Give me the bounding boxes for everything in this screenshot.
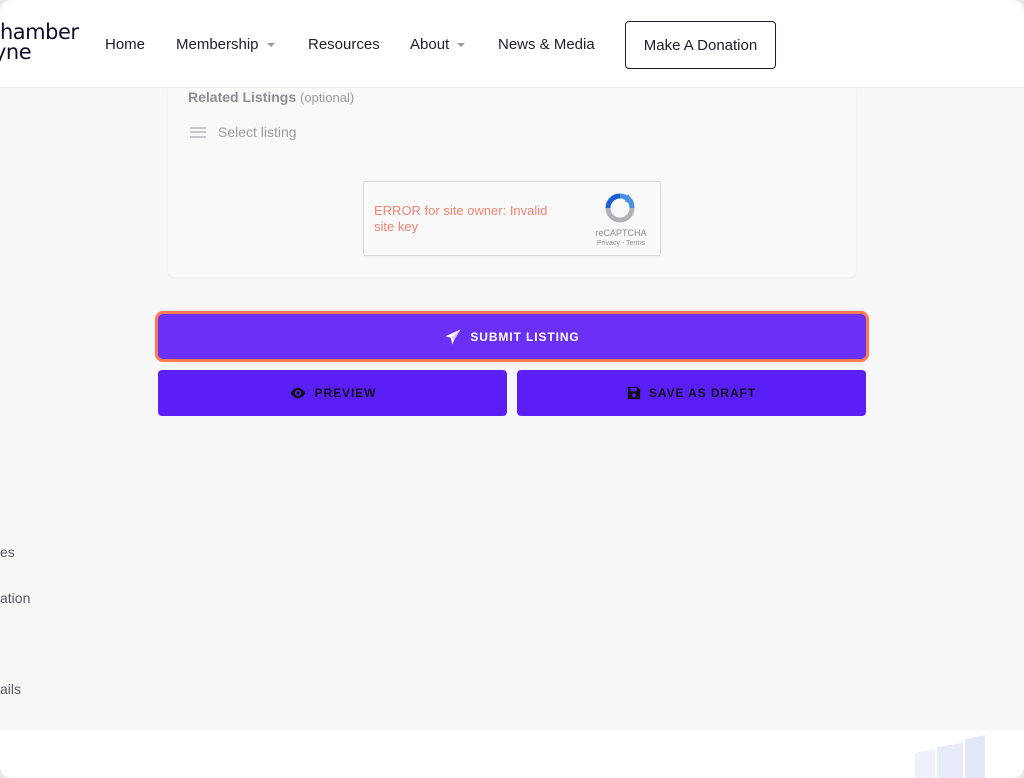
- recaptcha-logo-icon: [605, 193, 635, 223]
- footer-band: [0, 730, 1024, 778]
- recaptcha-widget[interactable]: ERROR for site owner: Invalid site key r…: [363, 181, 661, 256]
- preview-label: PREVIEW: [314, 386, 377, 400]
- related-listings-title: Related Listings: [188, 89, 297, 105]
- optional-hint: (optional): [300, 90, 355, 105]
- side-link[interactable]: ation: [0, 590, 30, 606]
- related-listing-select[interactable]: Select listing: [190, 124, 297, 140]
- side-link[interactable]: es: [0, 544, 15, 560]
- listing-form-card: Related Listings (optional) Select listi…: [168, 88, 856, 277]
- nav-label: Membership: [176, 36, 259, 53]
- hamburger-icon: [190, 126, 206, 138]
- site-logo[interactable]: hamber yne: [0, 20, 79, 64]
- select-placeholder: Select listing: [218, 124, 297, 140]
- related-listings-label: Related Listings (optional): [188, 89, 354, 105]
- side-link[interactable]: ails: [0, 681, 21, 697]
- save-draft-label: SAVE AS DRAFT: [648, 386, 757, 400]
- recaptcha-brand: reCAPTCHA: [595, 228, 647, 238]
- logo-line-1: hamber: [0, 20, 79, 44]
- chevron-down-icon: [457, 43, 466, 47]
- nav-item-home[interactable]: Home: [105, 36, 145, 53]
- nav-label: About: [410, 36, 450, 53]
- site-header: hamber yne Home Membership Resources Abo…: [0, 0, 1024, 88]
- nav-item-about[interactable]: About: [410, 36, 466, 53]
- nav-item-news-media[interactable]: News & Media: [498, 36, 595, 53]
- chevron-down-icon: [266, 43, 275, 47]
- nav-label: Home: [105, 36, 146, 53]
- recaptcha-privacy-terms[interactable]: Privacy - Terms: [586, 240, 656, 247]
- logo-line-2: yne: [0, 40, 32, 64]
- donate-button[interactable]: Make A Donation: [625, 21, 776, 69]
- submit-listing-label: SUBMIT LISTING: [470, 329, 580, 344]
- nav-item-membership[interactable]: Membership: [176, 36, 275, 53]
- eye-icon: [290, 387, 306, 399]
- save-draft-button[interactable]: SAVE AS DRAFT: [517, 370, 866, 416]
- preview-button[interactable]: PREVIEW: [158, 370, 507, 416]
- nav-item-resources[interactable]: Resources: [308, 36, 380, 53]
- recaptcha-error-text: ERROR for site owner: Invalid site key: [374, 203, 548, 234]
- floppy-disk-icon: [627, 386, 641, 400]
- submit-listing-button[interactable]: SUBMIT LISTING: [158, 314, 866, 359]
- page-frame: hamber yne Home Membership Resources Abo…: [0, 0, 1024, 778]
- nav-label: Resources: [308, 36, 380, 53]
- decorative-shape: [915, 735, 985, 778]
- paper-plane-icon: [445, 329, 461, 344]
- nav-label: News & Media: [498, 36, 595, 53]
